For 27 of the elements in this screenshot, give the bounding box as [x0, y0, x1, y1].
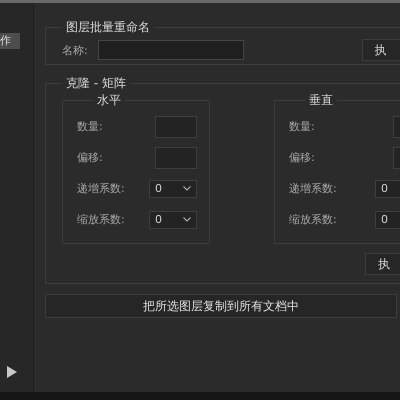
field-label: 递增系数: — [77, 181, 125, 196]
caret-icon — [183, 217, 191, 222]
name-label: 名称: — [62, 42, 88, 58]
dropdown[interactable]: 0 — [375, 180, 400, 198]
field-label: 缩放系数: — [77, 212, 125, 227]
group-title: 图层批量重命名 — [65, 19, 151, 36]
field-label: 数量: — [77, 119, 103, 134]
sidebar-item[interactable]: 作 — [0, 33, 20, 49]
input-field[interactable] — [155, 146, 197, 168]
dropdown[interactable]: 0 — [375, 210, 400, 228]
play-icon[interactable] — [6, 366, 18, 378]
dropdown[interactable]: 0 — [149, 180, 197, 198]
copy-to-all-button[interactable]: 把所选图层复制到所有文档中 — [45, 294, 397, 318]
field-label: 偏移: — [77, 150, 103, 165]
input-field[interactable] — [155, 116, 197, 138]
field-label: 缩放系数: — [289, 212, 337, 227]
dropdown[interactable]: 0 — [149, 210, 197, 228]
caret-icon — [183, 186, 191, 191]
field-label: 递增系数: — [289, 181, 337, 196]
field-label: 偏移: — [289, 150, 315, 165]
execute-button[interactable]: 执 — [365, 253, 400, 275]
field-label: 数量: — [289, 119, 315, 134]
execute-button[interactable]: 执 — [362, 39, 400, 61]
group-title: 克隆 - 矩阵 — [65, 75, 127, 92]
group-title: 水平 — [96, 92, 122, 109]
group-title: 垂直 — [308, 92, 334, 109]
name-field[interactable] — [98, 40, 244, 60]
